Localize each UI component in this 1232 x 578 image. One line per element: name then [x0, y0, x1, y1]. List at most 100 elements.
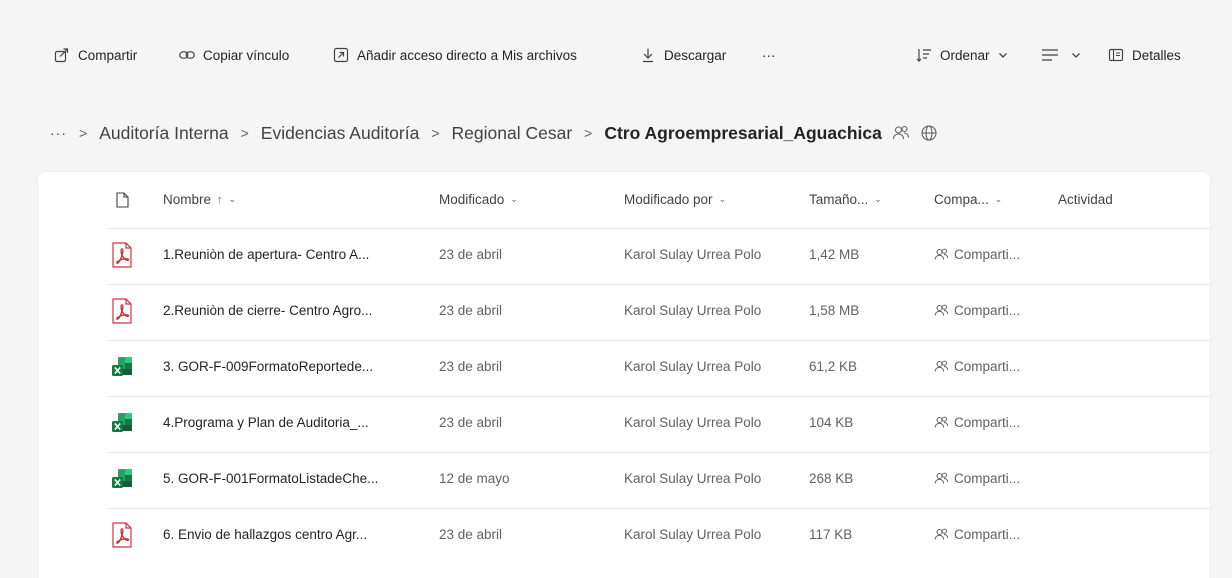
people-icon [934, 247, 949, 262]
copy-link-label: Copiar vínculo [203, 47, 290, 63]
sort-button[interactable]: Ordenar [916, 44, 1008, 66]
breadcrumb-item[interactable]: Evidencias Auditoría [261, 123, 420, 144]
modified-date: 23 de abril [439, 359, 503, 374]
link-icon [179, 51, 195, 59]
download-icon [643, 48, 653, 63]
file-size: 104 KB [809, 415, 854, 430]
file-size: 117 KB [809, 527, 853, 542]
modified-by[interactable]: Karol Sulay Urrea Polo [624, 471, 761, 486]
pdf-file-icon [110, 522, 134, 548]
file-row[interactable]: 2.Reuniòn de cierre- Centro Agro... 23 de… [38, 284, 1210, 340]
modified-by[interactable]: Karol Sulay Urrea Polo [624, 303, 761, 318]
excel-file-icon [110, 466, 134, 492]
modified-by[interactable]: Karol Sulay Urrea Polo [624, 359, 761, 374]
row-divider [108, 452, 1210, 453]
command-bar: Compartir Copiar vínculo Añadir acceso d… [0, 0, 1232, 110]
column-header-sharing[interactable]: Compa... ⌄ [934, 192, 1002, 207]
file-row[interactable]: 5. GOR-F-001FormatoListadeChe... 12 de ma… [38, 452, 1210, 508]
column-header-modified-label: Modificado [439, 192, 505, 207]
column-header-size-label: Tamaño... [809, 192, 869, 207]
sharing-label: Comparti... [954, 303, 1021, 318]
excel-file-icon [110, 410, 134, 436]
modified-date: 23 de abril [439, 527, 503, 542]
modified-by[interactable]: Karol Sulay Urrea Polo [624, 247, 761, 262]
view-options-button[interactable] [1041, 44, 1081, 66]
file-name-link[interactable]: 1.Reuniòn de apertura- Centro A... [163, 247, 369, 262]
file-size: 268 KB [809, 471, 854, 486]
view-options-icon [1042, 49, 1058, 61]
breadcrumb-separator: > [240, 125, 249, 141]
share-icon [54, 48, 69, 63]
sharing-status[interactable]: Comparti... [934, 527, 1020, 542]
chevron-down-icon: ⌄ [510, 194, 518, 204]
breadcrumb-overflow-button[interactable]: ··· [50, 125, 67, 141]
column-header-size[interactable]: Tamaño... ⌄ [809, 192, 882, 207]
file-row[interactable]: 1.Reuniòn de apertura- Centro A... 23 de … [38, 228, 1210, 284]
file-row[interactable]: 6. Envio de hallazgos centro Agr... 23 de… [38, 508, 1210, 564]
row-divider [108, 340, 1210, 341]
details-panel-icon [1108, 48, 1124, 62]
column-header-modified[interactable]: Modificado ⌄ [439, 192, 518, 207]
copy-link-button[interactable]: Copiar vínculo [179, 44, 289, 66]
file-list: Nombre ↑ ⌄ Modificado ⌄ Modificado por ⌄… [38, 172, 1210, 578]
breadcrumb-current-folder: Ctro Agroempresarial_Aguachica [604, 122, 882, 143]
share-label: Compartir [78, 47, 138, 63]
breadcrumb-separator: > [79, 125, 88, 141]
chevron-down-icon [998, 53, 1007, 58]
sharing-label: Comparti... [954, 359, 1021, 374]
sharing-label: Comparti... [954, 471, 1021, 486]
breadcrumb-item[interactable]: Auditoría Interna [99, 123, 228, 144]
more-actions-button[interactable]: ··· [762, 44, 776, 66]
modified-by[interactable]: Karol Sulay Urrea Polo [624, 415, 761, 430]
sharing-status[interactable]: Comparti... [934, 247, 1020, 262]
modified-date: 23 de abril [439, 303, 503, 318]
sort-label: Ordenar [940, 47, 990, 63]
column-header-sharing-label: Compa... [934, 192, 989, 207]
breadcrumb-separator: > [584, 125, 593, 141]
sharing-status[interactable]: Comparti... [934, 471, 1020, 486]
column-header-name-label: Nombre [163, 192, 212, 207]
row-divider [108, 508, 1210, 509]
file-type-header-icon[interactable] [116, 192, 129, 213]
chevron-down-icon [1072, 53, 1080, 58]
globe-icon[interactable] [920, 124, 938, 142]
file-name-link[interactable]: 6. Envio de hallazgos centro Agr... [163, 527, 367, 542]
file-row[interactable]: 4.Programa y Plan de Auditoria_... 23 de … [38, 396, 1210, 452]
download-button[interactable]: Descargar [640, 44, 726, 66]
people-icon [934, 359, 949, 374]
details-label: Detalles [1132, 47, 1181, 63]
row-divider [108, 284, 1210, 285]
file-name-link[interactable]: 2.Reuniòn de cierre- Centro Agro... [163, 303, 372, 318]
share-button[interactable]: Compartir [54, 44, 137, 66]
file-name-link[interactable]: 5. GOR-F-001FormatoListadeChe... [163, 471, 378, 486]
modified-date: 23 de abril [439, 247, 503, 262]
breadcrumb-item[interactable]: Regional Cesar [452, 123, 573, 144]
sharing-label: Comparti... [954, 415, 1021, 430]
download-label: Descargar [664, 47, 727, 63]
people-icon [934, 471, 949, 486]
file-row[interactable]: 3. GOR-F-009FormatoReportede... 23 de abr… [38, 340, 1210, 396]
modified-date: 12 de mayo [439, 471, 510, 486]
people-icon [934, 303, 949, 318]
modified-by[interactable]: Karol Sulay Urrea Polo [624, 527, 761, 542]
column-header-name[interactable]: Nombre ↑ ⌄ [163, 192, 236, 207]
file-name-link[interactable]: 3. GOR-F-009FormatoReportede... [163, 359, 373, 374]
sharing-status[interactable]: Comparti... [934, 303, 1020, 318]
people-icon [934, 527, 949, 542]
chevron-down-icon: ⌄ [874, 194, 882, 204]
column-header-modified-by[interactable]: Modificado por ⌄ [624, 192, 726, 207]
file-size: 1,58 MB [809, 303, 860, 318]
file-name-link[interactable]: 4.Programa y Plan de Auditoria_... [163, 415, 369, 430]
details-button[interactable]: Detalles [1108, 44, 1181, 66]
column-header-modified-by-label: Modificado por [624, 192, 713, 207]
pdf-file-icon [110, 242, 134, 268]
column-header-activity-label: Actividad [1058, 192, 1113, 207]
sharing-status[interactable]: Comparti... [934, 359, 1020, 374]
add-shortcut-button[interactable]: Añadir acceso directo a Mis archivos [333, 44, 577, 66]
row-divider [108, 396, 1210, 397]
sharing-status[interactable]: Comparti... [934, 415, 1020, 430]
file-list-header: Nombre ↑ ⌄ Modificado ⌄ Modificado por ⌄… [38, 172, 1210, 228]
shared-people-icon[interactable] [892, 124, 910, 142]
file-size: 61,2 KB [809, 359, 858, 374]
column-header-activity[interactable]: Actividad [1058, 192, 1113, 207]
